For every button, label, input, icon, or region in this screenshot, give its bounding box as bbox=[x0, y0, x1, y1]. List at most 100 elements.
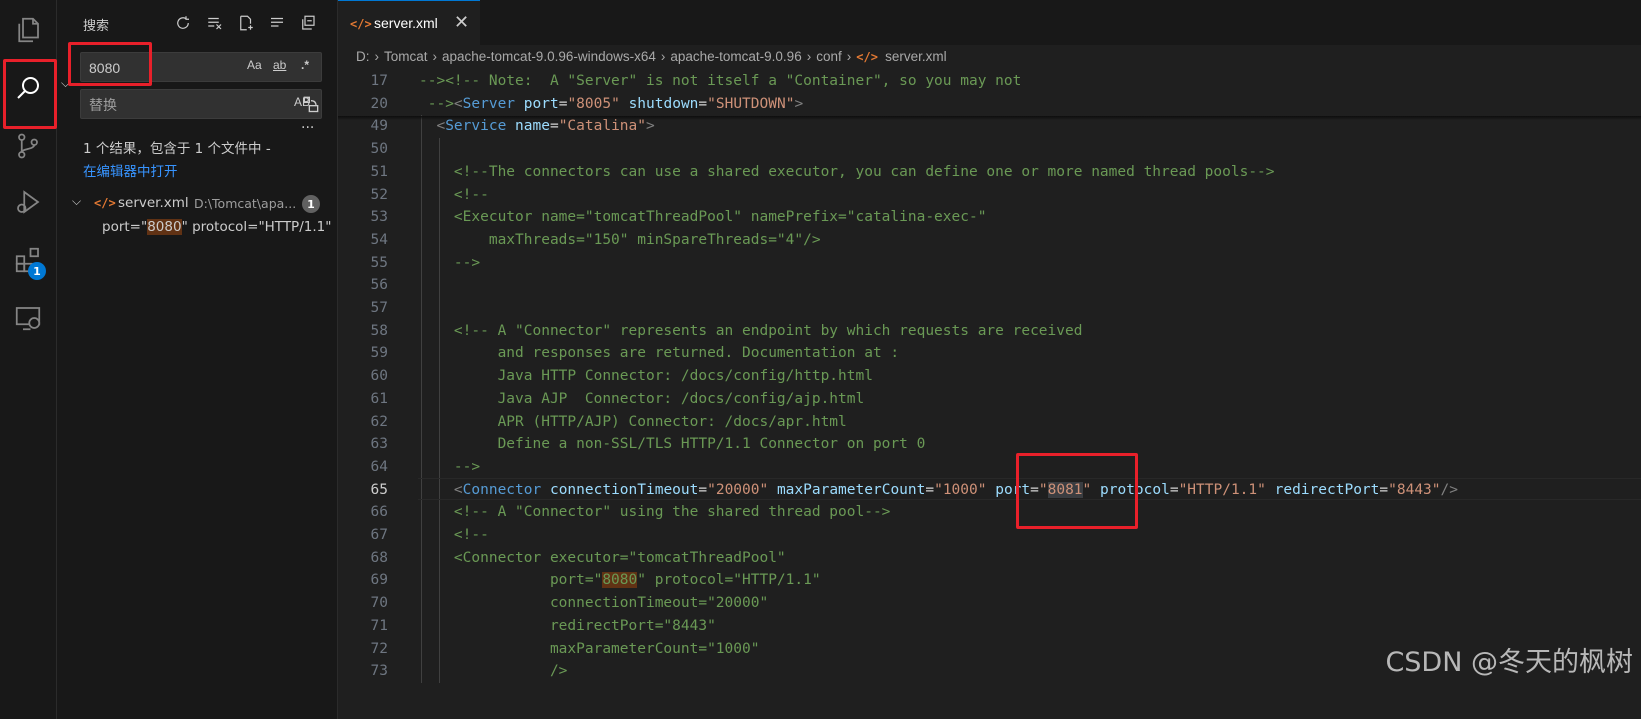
code-editor[interactable]: 17 --><!-- Note: A "Server" is not itself… bbox=[338, 70, 1641, 719]
activity-bar: 1 bbox=[0, 0, 57, 719]
code-text: /> bbox=[419, 663, 568, 680]
search-sidebar: 搜索 ⌵ Aa ab .* AB ... 1 个结果，包含于 1 个文件中 - … bbox=[57, 0, 338, 719]
explorer-button[interactable] bbox=[6, 8, 50, 52]
result-summary: 1 个结果，包含于 1 个文件中 - bbox=[83, 141, 271, 157]
breadcrumb-item[interactable]: Tomcat bbox=[384, 49, 428, 64]
line-number: 57 bbox=[370, 300, 388, 316]
code-text: <!--The connectors can use a shared exec… bbox=[419, 163, 1275, 180]
refresh-icon bbox=[177, 16, 189, 29]
match-case-toggle[interactable]: Aa bbox=[247, 58, 262, 72]
line-number: 55 bbox=[370, 254, 388, 271]
replace-input[interactable] bbox=[87, 94, 241, 116]
line-number: 70 bbox=[370, 595, 388, 612]
line-number: 50 bbox=[370, 141, 388, 158]
code-text: <!-- bbox=[419, 527, 489, 543]
result-match-row[interactable]: port="8080" protocol="HTTP/1.1" bbox=[102, 219, 331, 235]
code-line[interactable]: 71 redirectPort="8443" bbox=[338, 615, 1641, 638]
breadcrumb-item[interactable]: apache-tomcat-9.0.96 bbox=[670, 49, 801, 64]
breadcrumb-item[interactable]: D: bbox=[356, 49, 370, 64]
code-text: Java HTTP Connector: /docs/config/http.h… bbox=[419, 368, 873, 385]
close-icon[interactable]: ✕ bbox=[454, 12, 469, 33]
breadcrumb-item[interactable]: server.xml bbox=[885, 49, 947, 64]
result-count-badge: 1 bbox=[302, 195, 320, 213]
source-control-button[interactable] bbox=[6, 124, 50, 168]
code-line[interactable]: 58 <!-- A "Connector" represents an endp… bbox=[338, 320, 1641, 343]
line-number: 53 bbox=[370, 209, 388, 226]
indent-guide bbox=[421, 115, 422, 683]
code-line[interactable]: 53 <Executor name="tomcatThreadPool" nam… bbox=[338, 206, 1641, 229]
indent-guide bbox=[439, 138, 440, 683]
code-text: <!-- bbox=[419, 186, 489, 203]
code-line[interactable]: 52 <!-- bbox=[338, 184, 1641, 207]
line-number: 68 bbox=[370, 549, 388, 566]
extensions-badge: 1 bbox=[28, 262, 46, 280]
code-line[interactable]: 66 <!-- A "Connector" using the shared t… bbox=[338, 501, 1641, 524]
code-line[interactable]: 56 bbox=[338, 274, 1641, 297]
remote-explorer-button[interactable] bbox=[6, 296, 50, 340]
code-text: and responses are returned. Documentatio… bbox=[419, 345, 900, 362]
search-highlight-box bbox=[3, 59, 57, 129]
extensions-button[interactable]: 1 bbox=[6, 238, 50, 282]
line-number: 73 bbox=[370, 663, 388, 680]
collapse-all-button[interactable] bbox=[297, 12, 319, 34]
open-in-editor-link[interactable]: 在编辑器中打开 bbox=[83, 160, 178, 180]
tab-server-xml[interactable]: </> server.xml ✕ bbox=[338, 0, 480, 45]
replace-all-icon bbox=[303, 96, 319, 113]
code-line[interactable]: 50 bbox=[338, 138, 1641, 161]
refresh-button[interactable] bbox=[172, 12, 194, 34]
code-line[interactable]: 68 <Connector executor="tomcatThreadPool… bbox=[338, 547, 1641, 570]
code-text: port="8080" protocol="HTTP/1.1" bbox=[419, 572, 821, 589]
code-text: <Connector executor="tomcatThreadPool" bbox=[419, 549, 786, 566]
code-line[interactable]: 60 Java HTTP Connector: /docs/config/htt… bbox=[338, 365, 1641, 388]
line-number: 64 bbox=[370, 458, 388, 475]
xml-file-icon: </> bbox=[94, 196, 116, 210]
code-text: connectionTimeout="20000" bbox=[419, 595, 769, 612]
line-number: 58 bbox=[370, 322, 388, 339]
files-icon bbox=[18, 17, 39, 43]
regex-toggle[interactable]: .* bbox=[301, 58, 309, 72]
collapse-lines-button[interactable] bbox=[266, 12, 288, 34]
line-number: 69 bbox=[370, 572, 388, 589]
code-line[interactable]: 57 bbox=[338, 297, 1641, 320]
code-line[interactable]: 62 APR (HTTP/AJP) Connector: /docs/apr.h… bbox=[338, 411, 1641, 434]
code-line[interactable]: 61 Java AJP Connector: /docs/config/ajp.… bbox=[338, 388, 1641, 411]
new-search-editor-button[interactable] bbox=[235, 12, 257, 34]
xml-file-icon: </> bbox=[350, 17, 372, 31]
code-line[interactable]: 55 --> bbox=[338, 252, 1641, 275]
code-line[interactable]: 67 <!-- bbox=[338, 524, 1641, 547]
line-number: 62 bbox=[370, 413, 388, 430]
code-line[interactable]: 70 connectionTimeout="20000" bbox=[338, 592, 1641, 615]
breadcrumb-item[interactable]: apache-tomcat-9.0.96-windows-x64 bbox=[442, 49, 656, 64]
source-control-icon bbox=[18, 133, 38, 159]
code-line[interactable]: 20 --><Server port="8005" shutdown="SHUT… bbox=[338, 92, 1641, 116]
watermark: CSDN @冬天的枫树 bbox=[1385, 647, 1633, 678]
collapse-all-icon bbox=[302, 15, 315, 30]
run-debug-button[interactable] bbox=[6, 180, 50, 224]
code-line[interactable]: 59 and responses are returned. Documenta… bbox=[338, 342, 1641, 365]
line-number: 72 bbox=[370, 640, 388, 657]
code-text: APR (HTTP/AJP) Connector: /docs/apr.html bbox=[419, 413, 847, 430]
line-number: 60 bbox=[370, 368, 388, 385]
code-text: --> bbox=[419, 458, 481, 475]
breadcrumb-separator-icon: › bbox=[374, 49, 380, 64]
more-options-button[interactable]: ... bbox=[301, 116, 314, 132]
new-file-icon bbox=[240, 15, 253, 31]
replace-field: AB bbox=[80, 89, 322, 119]
line-number: 61 bbox=[370, 390, 388, 407]
code-line[interactable]: 54 maxThreads="150" minSpareThreads="4"/… bbox=[338, 229, 1641, 252]
code-line[interactable]: 69 port="8080" protocol="HTTP/1.1" bbox=[338, 569, 1641, 592]
result-file-row[interactable]: ⌵ </> server.xml D:\Tomcat\apa... 1 bbox=[72, 194, 334, 216]
code-line[interactable]: 63 Define a non-SSL/TLS HTTP/1.1 Connect… bbox=[338, 433, 1641, 456]
clear-results-button[interactable] bbox=[204, 12, 226, 34]
code-text: --><!-- Note: A "Server" is not itself a… bbox=[419, 73, 1022, 89]
whole-word-toggle[interactable]: ab bbox=[273, 58, 286, 72]
line-number: 63 bbox=[370, 436, 388, 453]
replace-all-button[interactable] bbox=[301, 94, 323, 116]
breadcrumb-item[interactable]: conf bbox=[816, 49, 842, 64]
code-line[interactable]: 17 --><!-- Note: A "Server" is not itself… bbox=[338, 70, 1641, 93]
code-line[interactable]: 51 <!--The connectors can use a shared e… bbox=[338, 161, 1641, 184]
code-line[interactable]: 64 --> bbox=[338, 456, 1641, 479]
match-hit: 8080 bbox=[147, 219, 182, 235]
line-number: 59 bbox=[370, 345, 388, 362]
result-file-path: D:\Tomcat\apa... bbox=[194, 196, 297, 211]
